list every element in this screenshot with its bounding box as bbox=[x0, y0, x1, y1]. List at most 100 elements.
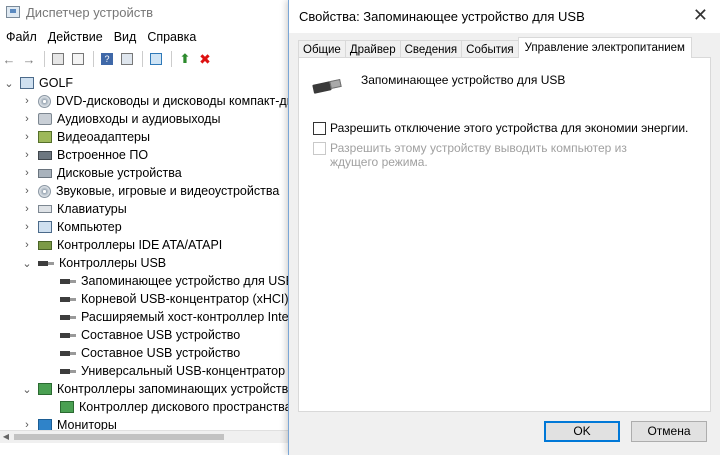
chevron-right-icon[interactable]: › bbox=[22, 203, 32, 215]
toolbar-divider bbox=[142, 51, 143, 67]
menu-bar: Файл Действие Вид Справка bbox=[0, 28, 201, 46]
toolbar-divider bbox=[93, 51, 94, 67]
disc-icon bbox=[38, 94, 51, 108]
toolbar: ← → ? ⬆ ✖ bbox=[0, 48, 216, 70]
tab-strip: Общие Драйвер Сведения События Управлени… bbox=[298, 37, 692, 58]
tree-item-label: Универсальный USB-концентратор bbox=[81, 364, 286, 378]
tree-item-sound[interactable]: › Звуковые, игровые и видеоустройства bbox=[22, 182, 279, 200]
tree-item-keyboards[interactable]: › Клавиатуры bbox=[22, 200, 127, 218]
usb-icon bbox=[60, 295, 76, 303]
dm-title: Диспетчер устройств bbox=[26, 4, 154, 20]
tree-item-usb-root-hub[interactable]: Корневой USB-концентратор (xHCI) bbox=[60, 290, 289, 308]
usb-icon bbox=[60, 313, 76, 321]
tree-item-label: Составное USB устройство bbox=[81, 346, 241, 360]
toolbar-divider bbox=[171, 51, 172, 67]
show-list-icon[interactable] bbox=[69, 50, 87, 68]
tree-item-computer[interactable]: › Компьютер bbox=[22, 218, 122, 236]
speaker-icon bbox=[38, 113, 52, 125]
tree-item-composite-1[interactable]: Составное USB устройство bbox=[60, 326, 240, 344]
scrollbar-thumb[interactable] bbox=[14, 434, 224, 440]
chevron-down-icon[interactable]: ⌄ bbox=[22, 383, 32, 396]
tree-item-intel-host[interactable]: Расширяемый хост-контроллер Intel( bbox=[60, 308, 295, 326]
close-icon[interactable]: ✕ bbox=[693, 5, 708, 26]
tree-item-label: Звуковые, игровые и видеоустройства bbox=[56, 184, 280, 198]
chevron-right-icon[interactable]: › bbox=[22, 221, 32, 233]
tree-item-firmware[interactable]: › Встроенное ПО bbox=[22, 146, 148, 164]
scroll-left-icon[interactable]: ◀ bbox=[0, 431, 12, 443]
cancel-button[interactable]: Отмена bbox=[631, 421, 707, 442]
tree-item-audio-io[interactable]: › Аудиовходы и аудиовыходы bbox=[22, 110, 220, 128]
usb-icon bbox=[60, 331, 76, 339]
tree-item-usb-controllers[interactable]: ⌄ Контроллеры USB bbox=[22, 254, 166, 272]
tree-item-label: Расширяемый хост-контроллер Intel( bbox=[81, 310, 296, 324]
menu-file[interactable]: Файл bbox=[0, 28, 42, 46]
chevron-right-icon[interactable]: › bbox=[22, 95, 32, 107]
menu-action[interactable]: Действие bbox=[42, 28, 108, 46]
tree-item-composite-2[interactable]: Составное USB устройство bbox=[60, 344, 240, 362]
forward-icon[interactable]: → bbox=[20, 50, 38, 68]
tree-item-storage-spaces[interactable]: Контроллер дискового пространства bbox=[60, 398, 292, 416]
chevron-right-icon[interactable]: › bbox=[22, 185, 32, 197]
chevron-right-icon[interactable]: › bbox=[22, 113, 32, 125]
tree-item-storage-controllers[interactable]: ⌄ Контроллеры запоминающих устройств bbox=[22, 380, 288, 398]
drive-icon bbox=[38, 168, 52, 178]
usb-icon bbox=[60, 349, 76, 357]
allow-power-off-option[interactable]: Разрешить отключение этого устройства дл… bbox=[313, 121, 688, 135]
dialog-title: Свойства: Запоминающее устройство для US… bbox=[299, 9, 585, 24]
tree-item-label: Корневой USB-концентратор (xHCI) bbox=[81, 292, 289, 306]
tree-item-display-adapters[interactable]: › Видеоадаптеры bbox=[22, 128, 150, 146]
enable-icon[interactable]: ⬆ bbox=[176, 50, 194, 68]
uninstall-icon[interactable]: ✖ bbox=[196, 50, 214, 68]
chevron-right-icon[interactable]: › bbox=[22, 131, 32, 143]
tree-root[interactable]: ⌄ GOLF bbox=[4, 74, 73, 92]
ide-icon bbox=[38, 240, 52, 250]
usb-drive-icon bbox=[312, 78, 342, 94]
tree-item-dvd[interactable]: › DVD-дисководы и дисководы компакт-ди bbox=[22, 92, 294, 110]
dialog-title-bar: Свойства: Запоминающее устройство для US… bbox=[289, 0, 720, 33]
tree-item-disk-drives[interactable]: › Дисковые устройства bbox=[22, 164, 182, 182]
tab-driver[interactable]: Драйвер bbox=[344, 40, 401, 58]
scan-icon[interactable] bbox=[147, 50, 165, 68]
menu-view[interactable]: Вид bbox=[108, 28, 142, 46]
tab-events[interactable]: События bbox=[461, 40, 519, 58]
device-name: Запоминающее устройство для USB bbox=[361, 73, 566, 87]
help-icon[interactable]: ? bbox=[98, 50, 116, 68]
allow-wake-checkbox bbox=[313, 142, 326, 155]
tree-item-label: Видеоадаптеры bbox=[57, 130, 150, 144]
chevron-right-icon[interactable]: › bbox=[22, 239, 32, 251]
storage-icon bbox=[38, 383, 52, 395]
allow-power-off-checkbox[interactable] bbox=[313, 122, 326, 135]
tree-item-label: Контроллер дискового пространства bbox=[79, 400, 292, 414]
tab-details[interactable]: Сведения bbox=[399, 40, 463, 58]
keyboard-icon bbox=[38, 205, 52, 213]
tab-power-management[interactable]: Управление электропитанием bbox=[517, 37, 692, 58]
properties-icon[interactable] bbox=[49, 50, 67, 68]
tab-panel: Запоминающее устройство для USB Разрешит… bbox=[298, 57, 711, 412]
tree-item-ide[interactable]: › Контроллеры IDE ATA/ATAPI bbox=[22, 236, 222, 254]
tree-item-label: Встроенное ПО bbox=[57, 148, 149, 162]
device-manager-icon bbox=[6, 6, 20, 18]
chevron-right-icon[interactable]: › bbox=[22, 149, 32, 161]
tree-item-usb-storage[interactable]: Запоминающее устройство для USB bbox=[60, 272, 294, 290]
tree-item-generic-hub[interactable]: Универсальный USB-концентратор bbox=[60, 362, 285, 380]
sound-icon bbox=[38, 184, 51, 198]
allow-power-off-label: Разрешить отключение этого устройства дл… bbox=[330, 121, 689, 135]
allow-wake-option: Разрешить этому устройству выводить комп… bbox=[313, 141, 670, 169]
storage-icon bbox=[60, 401, 74, 413]
back-icon[interactable]: ← bbox=[0, 50, 18, 68]
update-icon[interactable] bbox=[118, 50, 136, 68]
tree-item-label: Контроллеры запоминающих устройств bbox=[57, 382, 289, 396]
chevron-down-icon[interactable]: ⌄ bbox=[4, 77, 14, 90]
tree-item-label: Аудиовходы и аудиовыходы bbox=[57, 112, 221, 126]
ok-button[interactable]: OK bbox=[544, 421, 620, 442]
menu-help[interactable]: Справка bbox=[141, 28, 201, 46]
display-adapter-icon bbox=[38, 131, 52, 143]
chevron-right-icon[interactable]: › bbox=[22, 167, 32, 179]
tree-item-label: Дисковые устройства bbox=[57, 166, 182, 180]
dm-title-bar: Диспетчер устройств bbox=[0, 0, 290, 24]
chevron-down-icon[interactable]: ⌄ bbox=[22, 257, 32, 270]
usb-icon bbox=[60, 277, 76, 285]
tree-item-label: Контроллеры USB bbox=[59, 256, 167, 270]
tab-general[interactable]: Общие bbox=[298, 40, 346, 58]
horizontal-scrollbar[interactable]: ◀ bbox=[0, 430, 290, 443]
